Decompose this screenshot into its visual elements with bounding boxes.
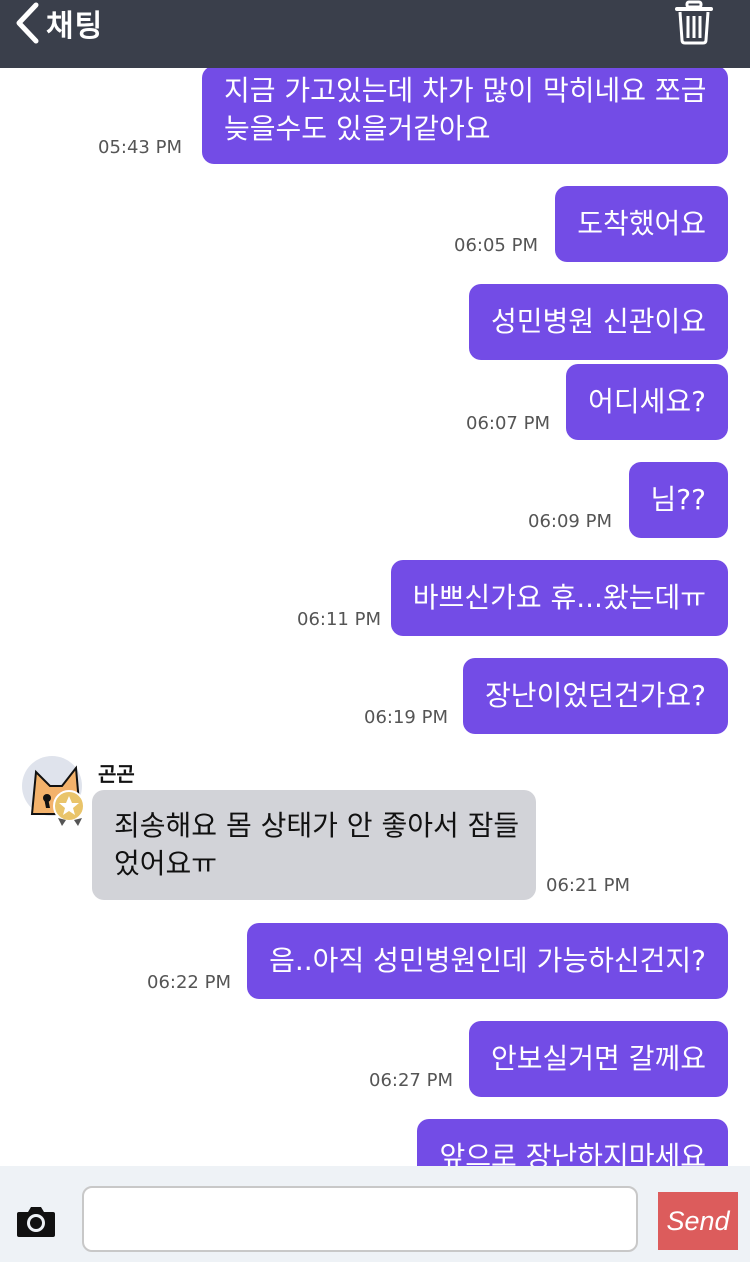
trash-icon (675, 0, 713, 45)
back-button[interactable]: 채팅 (14, 0, 103, 46)
outgoing-message-bubble: 지금 가고있는데 차가 많이 막히네요 쪼금 늦을수도 있을거같아요 (202, 68, 728, 164)
avatar[interactable] (22, 756, 85, 826)
incoming-message-bubble: 죄송해요 몸 상태가 안 좋아서 잠들 었어요ㅠ (92, 790, 536, 900)
message-text: 바쁘신가요 휴...왔는데ㅠ (412, 581, 706, 614)
message-text: 음..아직 성민병원인데 가능하신건지? (269, 944, 706, 977)
chat-header: 채팅 (0, 0, 750, 68)
outgoing-message-bubble: 바쁘신가요 휴...왔는데ㅠ (390, 560, 728, 636)
message-text: 늦을수도 있을거같아요 (224, 112, 491, 145)
outgoing-message-bubble: 앞으로 장난하지마세요 (417, 1119, 728, 1166)
message-text: 도착했어요 (577, 207, 706, 240)
message-timestamp: 06:07 PM (466, 413, 550, 434)
message-text: 었어요ㅠ (114, 847, 218, 880)
message-timestamp: 06:19 PM (364, 707, 448, 728)
message-timestamp: 06:27 PM (369, 1070, 453, 1091)
message-timestamp: 06:05 PM (454, 235, 538, 256)
message-timestamp: 06:11 PM (297, 609, 381, 630)
message-text: 성민병원 신관이요 (491, 305, 706, 338)
outgoing-message-bubble: 도착했어요 (555, 186, 728, 262)
message-text: 님?? (650, 483, 706, 516)
chevron-left-icon (16, 2, 39, 44)
message-composer: Send (0, 1166, 750, 1262)
sender-name: 곤곤 (98, 762, 135, 786)
message-input[interactable] (82, 1186, 638, 1252)
message-text: 죄송해요 몸 상태가 안 좋아서 잠들 (114, 809, 520, 842)
header-title: 채팅 (46, 9, 104, 44)
delete-chat-button[interactable] (672, 0, 716, 46)
outgoing-message-bubble: 어디세요? (566, 364, 728, 440)
send-button[interactable]: Send (658, 1192, 738, 1250)
message-list[interactable]: 지금 가고있는데 차가 많이 막히네요 쪼금 늦을수도 있을거같아요 05:43… (0, 68, 750, 1166)
message-timestamp: 06:22 PM (147, 972, 231, 993)
message-timestamp: 06:21 PM (546, 875, 630, 896)
outgoing-message-bubble: 안보실거면 갈께요 (469, 1021, 728, 1097)
message-text: 어디세요? (588, 385, 706, 418)
outgoing-message-bubble: 성민병원 신관이요 (469, 284, 728, 360)
outgoing-message-bubble: 님?? (628, 462, 728, 538)
outgoing-message-bubble: 장난이었던건가요? (463, 658, 728, 734)
message-text: 지금 가고있는데 차가 많이 막히네요 쪼금 (224, 74, 707, 107)
camera-button[interactable] (16, 1204, 56, 1238)
cat-avatar-icon (30, 765, 85, 826)
camera-icon (17, 1207, 55, 1237)
message-text: 장난이었던건가요? (485, 679, 706, 712)
message-timestamp: 05:43 PM (98, 137, 182, 158)
message-timestamp: 06:09 PM (528, 511, 612, 532)
outgoing-message-bubble: 음..아직 성민병원인데 가능하신건지? (247, 923, 728, 999)
message-text: 앞으로 장난하지마세요 (439, 1140, 706, 1166)
message-text: 안보실거면 갈께요 (491, 1042, 706, 1075)
